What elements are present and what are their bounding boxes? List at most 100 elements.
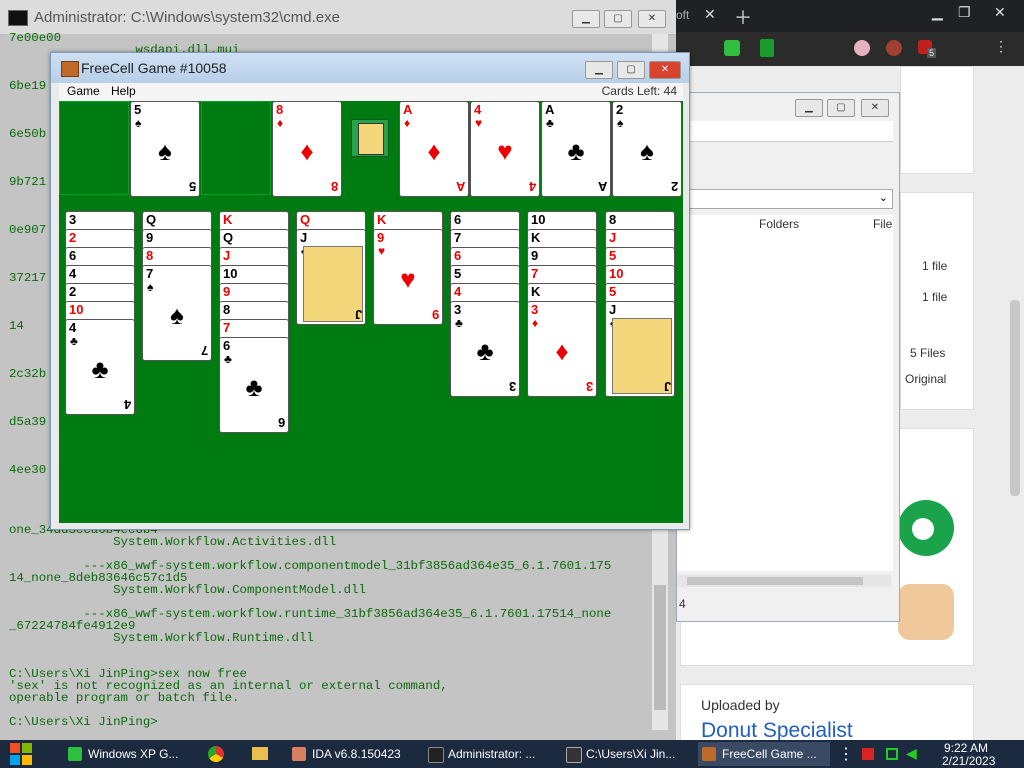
explorer-close-button[interactable]: ✕ — [861, 99, 889, 117]
network-icon[interactable] — [886, 748, 898, 760]
browser-tab-text[interactable]: oft — [676, 8, 689, 22]
menu-icon[interactable]: ⋮ — [994, 38, 1008, 55]
card-pip-icon: ♥ — [400, 264, 416, 294]
restore-icon[interactable]: ❐ — [958, 4, 971, 21]
tableau-card[interactable]: 6 ♣ ♣ 6 — [219, 337, 289, 433]
card-rank: 3 — [531, 302, 539, 317]
tableau-card[interactable]: J♣J — [296, 229, 366, 325]
card-rank: J — [609, 230, 617, 245]
card-rank: K — [223, 212, 233, 227]
list-item: 1 file — [922, 290, 948, 304]
card-rank: 2 — [69, 284, 77, 299]
console-line: System.Workflow.Activities.dll — [9, 535, 337, 549]
explorer-maximize-button[interactable]: ▢ — [827, 99, 855, 117]
menu-item-help[interactable]: Help — [111, 84, 136, 98]
uploader-card: Uploaded by Donut Specialist — [680, 684, 974, 742]
cmd-scrollbar-thumb[interactable] — [654, 585, 666, 710]
card-pip-icon: ♣ — [567, 136, 585, 166]
column-header-folders[interactable]: Folders — [759, 217, 799, 231]
explorer-minimize-button[interactable]: ▁ — [795, 99, 823, 117]
tableau-card[interactable]: 4 ♣ ♣ 4 — [65, 319, 135, 415]
hscroll-thumb[interactable] — [687, 577, 863, 585]
card-rank-corner: 9 — [431, 307, 439, 322]
home-cell-card[interactable]: A ♣ ♣ A — [541, 101, 611, 197]
card-pip-icon: ♦ — [555, 336, 569, 366]
card-suit-icon: ♠ — [135, 116, 142, 130]
card-rank: 3 — [69, 212, 77, 227]
cmd-app-icon — [8, 10, 28, 26]
card-rank: 9 — [377, 230, 385, 245]
free-cell-card[interactable]: 8 ♦ ♦ 8 — [272, 101, 342, 197]
avatar-extension-icon[interactable] — [886, 40, 902, 56]
cmd-close-button[interactable]: ✕ — [638, 10, 666, 28]
browser-scrollbar[interactable] — [1010, 300, 1020, 496]
overflow-icon[interactable]: ⋮ — [838, 744, 854, 764]
tableau-card[interactable]: 3 ♦ ♦ 3 — [527, 301, 597, 397]
console-line: 14 — [9, 319, 24, 333]
card-rank: 3 — [454, 302, 462, 317]
cmd-titlebar: Administrator: C:\Windows\system32\cmd.e… — [0, 0, 676, 35]
home-cell-card[interactable]: 2 ♠ ♠ 2 — [612, 101, 682, 197]
tableau-card[interactable]: 3 ♣ ♣ 3 — [450, 301, 520, 397]
tableau-card[interactable]: 9 ♥ ♥ 9 — [373, 229, 443, 325]
extension-green-icon[interactable] — [724, 40, 740, 56]
face-card-art — [303, 246, 363, 322]
tableau-card[interactable]: J♠J — [605, 301, 675, 397]
explorer-window: ▁ ▢ ✕ ⌄ Folders File 4 — [676, 92, 900, 622]
column-header-file[interactable]: File — [873, 217, 892, 231]
taskbar-item-cmd[interactable]: Administrator: ... — [424, 742, 556, 766]
card-rank-corner: J — [663, 379, 671, 394]
card-rank: A — [545, 102, 555, 117]
menu-item-game[interactable]: Game — [67, 84, 100, 98]
taskbar-item-freecell[interactable]: FreeCell Game ... — [698, 742, 830, 766]
freecell-close-button[interactable]: ✕ — [649, 61, 681, 79]
home-cell-card[interactable]: 4 ♥ ♥ 4 — [470, 101, 540, 197]
close-icon[interactable]: ✕ — [994, 4, 1006, 21]
card-rank-corner: A — [597, 179, 607, 194]
close-tab-icon[interactable]: ✕ — [704, 6, 716, 23]
minimize-icon[interactable]: ▁ — [932, 4, 943, 21]
console-line: 9b721 — [9, 175, 47, 189]
taskbar-item-ida[interactable]: IDA v6.8.150423 — [288, 742, 420, 766]
card-pip-icon: ♣ — [91, 354, 109, 384]
card-rank: 7 — [454, 230, 462, 245]
cmd-minimize-button[interactable]: ▁ — [572, 10, 600, 28]
start-button[interactable] — [10, 743, 32, 765]
freecell-window: FreeCell Game #10058 ▁ ▢ ✕ Game Help Car… — [50, 52, 690, 530]
card-rank-corner: 7 — [200, 343, 208, 358]
console-line: 2c32b — [9, 367, 47, 381]
card-rank: 8 — [146, 248, 154, 263]
card-suit-icon: ♣ — [224, 352, 232, 366]
taskbar-item-windows-xp[interactable]: Windows XP G... — [64, 742, 196, 766]
card-rank: 5 — [609, 284, 617, 299]
freecell-maximize-button[interactable]: ▢ — [617, 61, 645, 79]
clock-time[interactable]: 9:22 AM — [944, 741, 988, 755]
clock-date[interactable]: 2/21/2023 — [942, 754, 995, 768]
card-suit-icon: ♦ — [532, 316, 539, 330]
flag-icon[interactable] — [862, 748, 874, 760]
flag-extension-icon[interactable] — [854, 40, 870, 56]
free-cell-1[interactable] — [59, 101, 129, 195]
card-pip-icon: ♠ — [158, 136, 172, 166]
free-cell-3[interactable] — [201, 101, 271, 195]
cmd-maximize-button[interactable]: ▢ — [604, 10, 632, 28]
shield-extension-icon[interactable] — [760, 39, 774, 57]
home-cell-card[interactable]: A ♦ ♦ A — [399, 101, 469, 197]
card-rank: 10 — [223, 266, 238, 281]
volume-icon[interactable]: ◀ — [906, 745, 917, 762]
tableau-card[interactable]: 7 ♠ ♠ 7 — [142, 265, 212, 361]
chrome-icon[interactable] — [208, 746, 224, 762]
new-tab-icon[interactable]: ＋ — [734, 4, 752, 30]
browser-toolbar: 5 ⋮ — [676, 32, 1024, 66]
folder-icon[interactable] — [252, 747, 268, 760]
card-rank: 5 — [609, 248, 617, 263]
taskbar-item-7zip[interactable]: C:\Users\Xi Jin... — [562, 742, 694, 766]
explorer-dropdown[interactable]: ⌄ — [677, 189, 893, 209]
freecell-minimize-button[interactable]: ▁ — [585, 61, 613, 79]
free-cell-card[interactable]: 5 ♠ ♠ 5 — [130, 101, 200, 197]
7zip-icon — [566, 747, 582, 763]
explorer-hscroll[interactable] — [677, 575, 891, 587]
card-rank: 4 — [454, 284, 462, 299]
card-rank: 10 — [531, 212, 546, 227]
card-rank: 4 — [69, 320, 77, 335]
